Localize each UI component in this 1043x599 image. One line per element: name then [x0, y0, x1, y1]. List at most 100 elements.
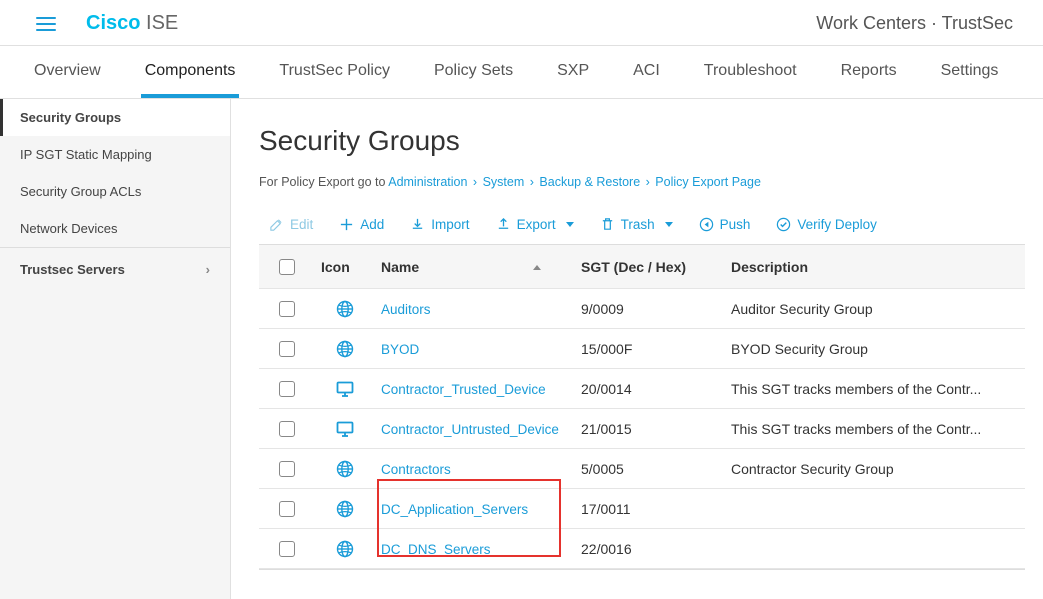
sidebar-item-security-groups[interactable]: Security Groups — [0, 99, 230, 136]
row-sgt-value: 5/0005 — [575, 451, 725, 487]
tab-overview[interactable]: Overview — [30, 46, 105, 98]
tab-reports[interactable]: Reports — [837, 46, 901, 98]
select-all-checkbox[interactable] — [279, 259, 295, 275]
chevron-down-icon — [566, 222, 574, 227]
row-checkbox[interactable] — [279, 301, 295, 317]
trash-icon — [600, 217, 615, 232]
pencil-icon — [269, 217, 284, 232]
tab-settings[interactable]: Settings — [937, 46, 1003, 98]
hint-prefix: For Policy Export go to — [259, 175, 388, 189]
globe-icon — [315, 290, 375, 328]
row-checkbox[interactable] — [279, 341, 295, 357]
tab-components[interactable]: Components — [141, 46, 240, 98]
table-row[interactable]: BYOD 15/000FBYOD Security Group — [259, 329, 1025, 369]
sidebar-group-trustsec-servers[interactable]: Trustsec Servers › — [0, 247, 230, 291]
add-button[interactable]: Add — [339, 217, 384, 232]
tab-sxp[interactable]: SXP — [553, 46, 593, 98]
hint-link-system[interactable]: System — [483, 175, 525, 189]
push-label: Push — [720, 217, 751, 232]
main-content: Security Groups For Policy Export go to … — [231, 99, 1043, 599]
hint-link-policy-export-page[interactable]: Policy Export Page — [655, 175, 761, 189]
row-name-link[interactable]: Contractor_Untrusted_Device — [381, 422, 559, 437]
row-checkbox[interactable] — [279, 501, 295, 517]
row-description: Contractor Security Group — [725, 451, 1025, 487]
table-row[interactable]: DC_DNS_Servers 22/0016 — [259, 529, 1025, 569]
hamburger-menu-icon[interactable] — [36, 17, 56, 31]
verify-deploy-button[interactable]: Verify Deploy — [776, 217, 877, 232]
table-row[interactable]: Contractors 5/0005Contractor Security Gro… — [259, 449, 1025, 489]
table-header-row: Icon Name SGT (Dec / Hex) Description — [259, 245, 1025, 289]
sidebar-item-security-group-acls[interactable]: Security Group ACLs — [0, 173, 230, 210]
top-header: Cisco ISE Work Centers · TrustSec — [0, 0, 1043, 46]
toolbar: Edit Add Import Export Trash — [259, 217, 1025, 244]
hint-link-administration[interactable]: Administration — [388, 175, 467, 189]
export-button[interactable]: Export — [496, 217, 574, 232]
col-header-icon[interactable]: Icon — [315, 249, 375, 285]
row-sgt-value: 17/0011 — [575, 491, 725, 527]
row-name-link[interactable]: Contractors — [381, 462, 451, 477]
col-header-sgt[interactable]: SGT (Dec / Hex) — [575, 249, 725, 285]
row-name-link[interactable]: BYOD — [381, 342, 419, 357]
trash-button[interactable]: Trash — [600, 217, 673, 232]
globe-icon — [315, 450, 375, 488]
import-button[interactable]: Import — [410, 217, 469, 232]
trash-label: Trash — [621, 217, 655, 232]
sort-asc-icon — [533, 265, 541, 270]
security-groups-table: Icon Name SGT (Dec / Hex) Description Au… — [259, 244, 1025, 570]
sidebar-group-label: Trustsec Servers — [20, 262, 125, 277]
row-name-link[interactable]: Auditors — [381, 302, 431, 317]
import-label: Import — [431, 217, 469, 232]
chevron-right-icon: › — [206, 262, 210, 277]
tab-troubleshoot[interactable]: Troubleshoot — [700, 46, 801, 98]
verify-label: Verify Deploy — [797, 217, 877, 232]
sidebar-item-ip-sgt-static-mapping[interactable]: IP SGT Static Mapping — [0, 136, 230, 173]
page-title: Security Groups — [259, 125, 1025, 157]
col-header-name[interactable]: Name — [375, 249, 575, 285]
row-checkbox[interactable] — [279, 541, 295, 557]
verify-icon — [776, 217, 791, 232]
row-description: This SGT tracks members of the Contr... — [725, 371, 1025, 407]
row-name-link[interactable]: Contractor_Trusted_Device — [381, 382, 546, 397]
row-description — [725, 499, 1025, 519]
row-description — [725, 539, 1025, 559]
monitor-icon — [315, 410, 375, 448]
sidebar-item-network-devices[interactable]: Network Devices — [0, 210, 230, 247]
row-sgt-value: 21/0015 — [575, 411, 725, 447]
logo-ise: ISE — [146, 12, 178, 34]
table-row[interactable]: Contractor_Untrusted_Device 21/0015This S… — [259, 409, 1025, 449]
monitor-icon — [315, 370, 375, 408]
tab-trustsec-policy[interactable]: TrustSec Policy — [275, 46, 394, 98]
tab-nav: Overview Components TrustSec Policy Poli… — [0, 46, 1043, 99]
globe-icon — [315, 490, 375, 528]
hint-link-backup-restore[interactable]: Backup & Restore — [539, 175, 640, 189]
col-header-description[interactable]: Description — [725, 249, 1025, 285]
globe-icon — [315, 330, 375, 368]
plus-icon — [339, 217, 354, 232]
globe-icon — [315, 530, 375, 568]
chevron-down-icon — [665, 222, 673, 227]
row-checkbox[interactable] — [279, 381, 295, 397]
table-row[interactable]: Contractor_Trusted_Device20/0014This SGT… — [259, 369, 1025, 409]
tab-policy-sets[interactable]: Policy Sets — [430, 46, 517, 98]
add-label: Add — [360, 217, 384, 232]
product-logo[interactable]: Cisco ISE — [86, 12, 178, 35]
row-sgt-value: 22/0016 — [575, 531, 725, 567]
row-sgt-value: 15/000F — [575, 331, 725, 367]
edit-label: Edit — [290, 217, 313, 232]
row-name-link[interactable]: DC_Application_Servers — [381, 502, 528, 517]
row-description: This SGT tracks members of the Contr... — [725, 411, 1025, 447]
edit-button[interactable]: Edit — [269, 217, 313, 232]
table-row[interactable]: DC_Application_Servers 17/0011 — [259, 489, 1025, 529]
policy-export-hint: For Policy Export go to Administration ›… — [259, 175, 1025, 189]
tab-aci[interactable]: ACI — [629, 46, 664, 98]
breadcrumb: Work Centers · TrustSec — [816, 13, 1013, 34]
row-description: BYOD Security Group — [725, 331, 1025, 367]
push-button[interactable]: Push — [699, 217, 751, 232]
table-row[interactable]: Auditors9/0009Auditor Security Group — [259, 289, 1025, 329]
export-label: Export — [517, 217, 556, 232]
row-description: Auditor Security Group — [725, 291, 1025, 327]
row-name-link[interactable]: DC_DNS_Servers — [381, 542, 491, 557]
row-checkbox[interactable] — [279, 461, 295, 477]
row-checkbox[interactable] — [279, 421, 295, 437]
push-icon — [699, 217, 714, 232]
